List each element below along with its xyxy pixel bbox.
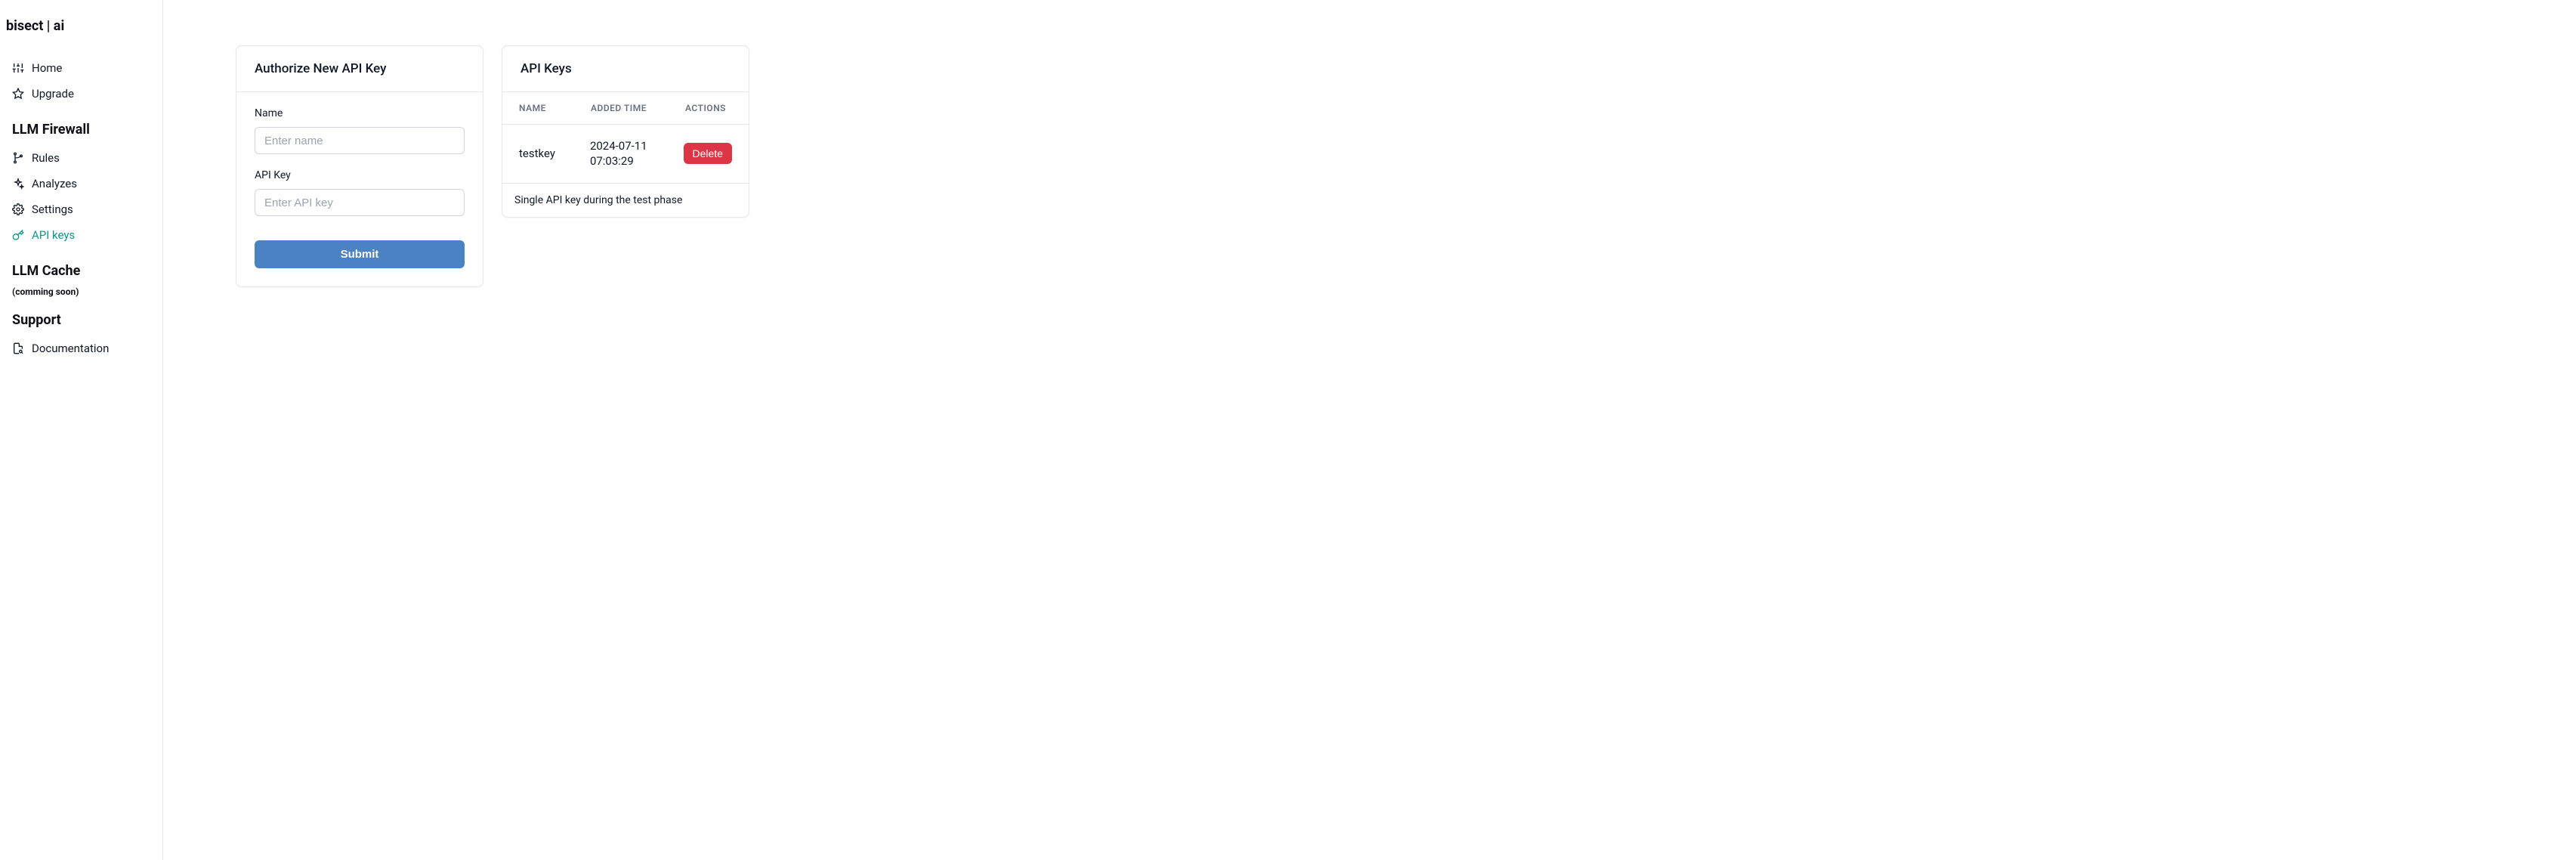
row-actions: Delete: [684, 143, 732, 164]
name-label: Name: [255, 107, 465, 119]
sidebar-item-label: Home: [32, 61, 62, 75]
section-note-cache: (comming soon): [0, 286, 162, 297]
authorize-card: Authorize New API Key Name API Key Submi…: [236, 45, 483, 287]
apikey-label: API Key: [255, 169, 465, 181]
sidebar-item-label: Upgrade: [32, 87, 74, 101]
apikeys-card: API Keys NAME ADDED TIME ACTIONS testkey…: [502, 45, 749, 218]
sidebar-item-apikeys[interactable]: API keys: [6, 222, 156, 248]
sidebar-item-settings[interactable]: Settings: [6, 196, 156, 222]
apikeys-table-head: NAME ADDED TIME ACTIONS: [502, 92, 749, 125]
sidebar-item-upgrade[interactable]: Upgrade: [6, 81, 156, 107]
nav-support: Documentation: [0, 336, 162, 361]
submit-button[interactable]: Submit: [255, 240, 465, 268]
col-time: ADDED TIME: [591, 103, 685, 113]
sidebar-item-label: API keys: [32, 228, 75, 242]
apikeys-card-title: API Keys: [502, 46, 749, 92]
sidebar-item-home[interactable]: Home: [6, 55, 156, 81]
sidebar-item-label: Analyzes: [32, 177, 77, 190]
nav-top: Home Upgrade: [0, 55, 162, 107]
key-icon: [12, 229, 24, 241]
section-title-firewall: LLM Firewall: [0, 122, 162, 138]
main-content: Authorize New API Key Name API Key Submi…: [163, 0, 2576, 860]
apikeys-footer-note: Single API key during the test phase: [502, 184, 749, 217]
table-row: testkey 2024-07-11 07:03:29 Delete: [502, 125, 749, 184]
sidebar-item-label: Rules: [32, 151, 60, 165]
star-icon: [12, 88, 24, 100]
file-search-icon: [12, 342, 24, 354]
authorize-card-body: Name API Key Submit: [236, 92, 483, 286]
sidebar-item-label: Settings: [32, 203, 73, 216]
sparkle-icon: [12, 178, 24, 190]
sidebar: bisect | ai Home Upgrade LLM Firewall Ru…: [0, 0, 163, 860]
row-time: 2024-07-11 07:03:29: [590, 138, 684, 169]
section-title-cache: LLM Cache: [0, 263, 162, 279]
sidebar-item-rules[interactable]: Rules: [6, 145, 156, 171]
nav-firewall: Rules Analyzes Settings API keys: [0, 145, 162, 248]
sliders-icon: [12, 62, 24, 74]
row-name: testkey: [519, 147, 590, 160]
col-name: NAME: [519, 103, 591, 113]
name-input[interactable]: [255, 127, 465, 154]
brand-title: bisect | ai: [0, 18, 162, 34]
apikey-input[interactable]: [255, 189, 465, 216]
branch-icon: [12, 152, 24, 164]
sidebar-item-analyzes[interactable]: Analyzes: [6, 171, 156, 196]
authorize-card-title: Authorize New API Key: [236, 46, 483, 92]
delete-button[interactable]: Delete: [684, 143, 732, 164]
gear-icon: [12, 203, 24, 215]
col-actions: ACTIONS: [685, 103, 732, 113]
sidebar-item-label: Documentation: [32, 342, 109, 355]
section-title-support: Support: [0, 312, 162, 328]
sidebar-item-documentation[interactable]: Documentation: [6, 336, 156, 361]
